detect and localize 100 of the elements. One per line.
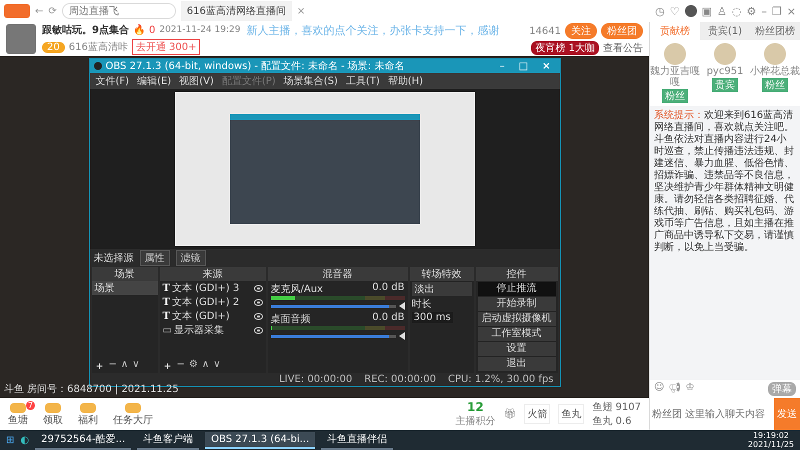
obs-logo-icon — [94, 62, 102, 70]
restore-icon[interactable]: ❐ — [772, 4, 782, 18]
control-button[interactable]: 开始录制 — [478, 297, 556, 311]
up-icon[interactable]: ∧ — [120, 359, 128, 373]
channel-name: 麦克风/Aux — [270, 282, 323, 296]
up-icon[interactable]: ∧ — [202, 359, 210, 373]
channel-name: 桌面音频 — [270, 312, 310, 326]
minus-icon[interactable]: − — [176, 359, 185, 373]
level-badge: 20 — [42, 42, 65, 52]
source-status: 未选择源 — [94, 252, 134, 265]
toolbar-button[interactable]: 滤镜 — [176, 250, 206, 266]
dock-title: 混音器 — [268, 267, 408, 281]
fan-club-label[interactable]: 粉丝团 — [650, 407, 682, 421]
streamer-photo — [6, 24, 36, 54]
search-field[interactable]: 周边直播飞 — [62, 3, 176, 19]
settings-icon[interactable]: ⚙ — [188, 359, 198, 373]
dock-title: 控件 — [476, 267, 558, 281]
source-item[interactable]: 文本 (GDI+) — [172, 309, 252, 323]
follower-count: 14641 — [529, 26, 561, 36]
source-item[interactable]: 文本 (GDI+) 3 — [172, 281, 252, 295]
volume-slider[interactable] — [270, 334, 396, 338]
menu-item[interactable]: 文件(F) — [96, 74, 130, 88]
taskbar-app[interactable]: 29752564-酷爱... — [35, 430, 132, 450]
plus-icon[interactable]: ＋ — [162, 359, 172, 373]
gift-icon[interactable]: 🎁 — [503, 408, 516, 420]
menu-item[interactable]: 场景集合(S) — [284, 74, 338, 88]
windows-start-icon[interactable]: ⊞ — [6, 434, 14, 446]
calendar-icon[interactable]: ▣ — [702, 4, 712, 18]
minus-icon[interactable]: − — [108, 359, 117, 373]
menu-item[interactable]: 工具(T) — [346, 74, 380, 88]
category-link[interactable]: 616蓝高清咔 — [68, 40, 128, 54]
source-item[interactable]: 文本 (GDI+) 2 — [172, 295, 252, 309]
scrolling-message: 新人主播，喜欢的点个关注，办张卡支持一下，感谢 — [246, 23, 500, 38]
balance-text: 鱼丸 0.6 — [592, 414, 632, 428]
menu-item[interactable]: 编辑(E) — [137, 74, 172, 88]
db-reading: 0.0 dB — [372, 312, 404, 325]
down-icon[interactable]: ∨ — [132, 359, 140, 373]
toolbar-button[interactable]: 属性 — [140, 250, 170, 266]
room-number-text: 斗鱼 房间号：6848700 | 2021.11.25 — [4, 382, 179, 396]
gift-button[interactable]: 鱼丸 — [558, 404, 584, 424]
taskbar-app[interactable]: OBS 27.1.3 (64-bi... — [205, 432, 316, 448]
dock-title: 转场特效 — [410, 267, 474, 281]
minimize-icon[interactable]: – — [761, 4, 767, 18]
text-icon: T — [162, 310, 170, 322]
start-time: 2021-11-24 19:29 — [159, 25, 240, 35]
user-tag: 贵宾 — [712, 78, 738, 92]
room-title: 跟敏咕玩。9点集合 — [42, 24, 129, 37]
rank-badge[interactable]: 夜宵榜 1大咖 — [531, 41, 599, 55]
ranking-tab[interactable]: 粉丝团榜 — [750, 22, 800, 40]
chat-icon[interactable]: ◌ — [732, 4, 742, 18]
user-name: pyc951 — [706, 66, 744, 77]
control-button[interactable]: 工作室模式 — [478, 327, 556, 341]
transition-dropdown[interactable]: 淡出 — [412, 282, 472, 296]
logo-icon — [4, 4, 30, 18]
menu-item[interactable]: 帮助(H) — [388, 74, 424, 88]
source-item[interactable]: 显示器采集 — [174, 323, 252, 337]
notification-badge: 7 — [26, 401, 35, 410]
text-icon: T — [162, 296, 170, 308]
avatar-icon[interactable] — [684, 5, 697, 17]
clock-time: 19:19:02 — [752, 431, 789, 440]
volume-slider[interactable] — [270, 304, 396, 308]
settings-icon[interactable]: ⚙ — [746, 4, 756, 18]
control-button[interactable]: 退出 — [478, 357, 556, 371]
app-shortcut[interactable]: 任务大厅 — [113, 401, 160, 427]
shirt-icon[interactable]: ♙ — [717, 4, 727, 18]
menu-item[interactable]: 视图(V) — [179, 74, 214, 88]
user-name: 魏力亚吉嘎嘎 — [650, 66, 700, 88]
system-message: 系统提示：欢迎来到616蓝高清网络直播间，喜欢就点关注吧。斗鱼依法对直播内容进行24小时巡查，禁止传播违法违规、封建迷信、暴力血腥、低俗色情、招嫖诈骗、违禁品等不良信息，坚决维护青少年群体精神文明健康。请勿轻信各类招聘征婚、代练代抽、刷钻、购买礼包码、游戏币等广告信息，且如主播在推广商品中诱导私下交易，请谨慎判断，以免上当受骗。 — [653, 108, 795, 255]
plus-icon[interactable]: ＋ — [94, 359, 104, 373]
close-icon[interactable]: × — [786, 4, 796, 18]
control-button[interactable]: 停止推流 — [478, 282, 556, 296]
control-button[interactable]: 启动虚拟摄像机 — [478, 312, 556, 326]
crown-icon[interactable]: ♔ — [685, 382, 694, 396]
scene-item[interactable]: 场景 — [92, 281, 158, 295]
down-icon[interactable]: ∨ — [213, 359, 221, 373]
app-shortcut[interactable]: 福利 — [78, 401, 105, 427]
taskbar-app[interactable]: 斗鱼客户端 — [137, 430, 200, 450]
dock-title: 来源 — [160, 267, 266, 281]
control-button[interactable]: 设置 — [478, 342, 556, 356]
taskbar-app[interactable]: 斗鱼直播伴侣 — [321, 430, 394, 450]
duration-field[interactable]: 300 ms — [412, 312, 453, 323]
avatar-icon — [714, 43, 736, 65]
app-shortcut[interactable]: 鱼塘 7 — [8, 401, 35, 427]
emoji-icon[interactable]: ☺ — [654, 382, 664, 396]
browser-icon[interactable]: ◐ — [20, 434, 30, 446]
notice-link[interactable]: 查看公告 — [603, 41, 643, 55]
user-tag: 粉丝 — [662, 89, 688, 103]
app-shortcut[interactable]: 领取 — [43, 401, 70, 427]
user-name: 小桦花总裁 — [750, 66, 800, 77]
clock-icon[interactable]: ◷ — [655, 4, 665, 18]
fire-icon: 🔥 — [132, 24, 145, 36]
ranking-tab[interactable]: 贵宾(1) — [700, 22, 750, 40]
user-tag: 粉丝 — [762, 78, 788, 92]
cpu-status: CPU: 1.2%, 30.00 fps — [448, 374, 554, 385]
gift-button[interactable]: 火箭 — [524, 404, 550, 424]
browser-tab[interactable]: 616蓝高清网络直播间 — [180, 1, 292, 21]
points-value: 12 — [467, 400, 484, 414]
heart-icon[interactable]: ♡ — [670, 4, 680, 18]
avatar-icon — [664, 43, 686, 65]
db-reading: 0.0 dB — [372, 282, 404, 295]
